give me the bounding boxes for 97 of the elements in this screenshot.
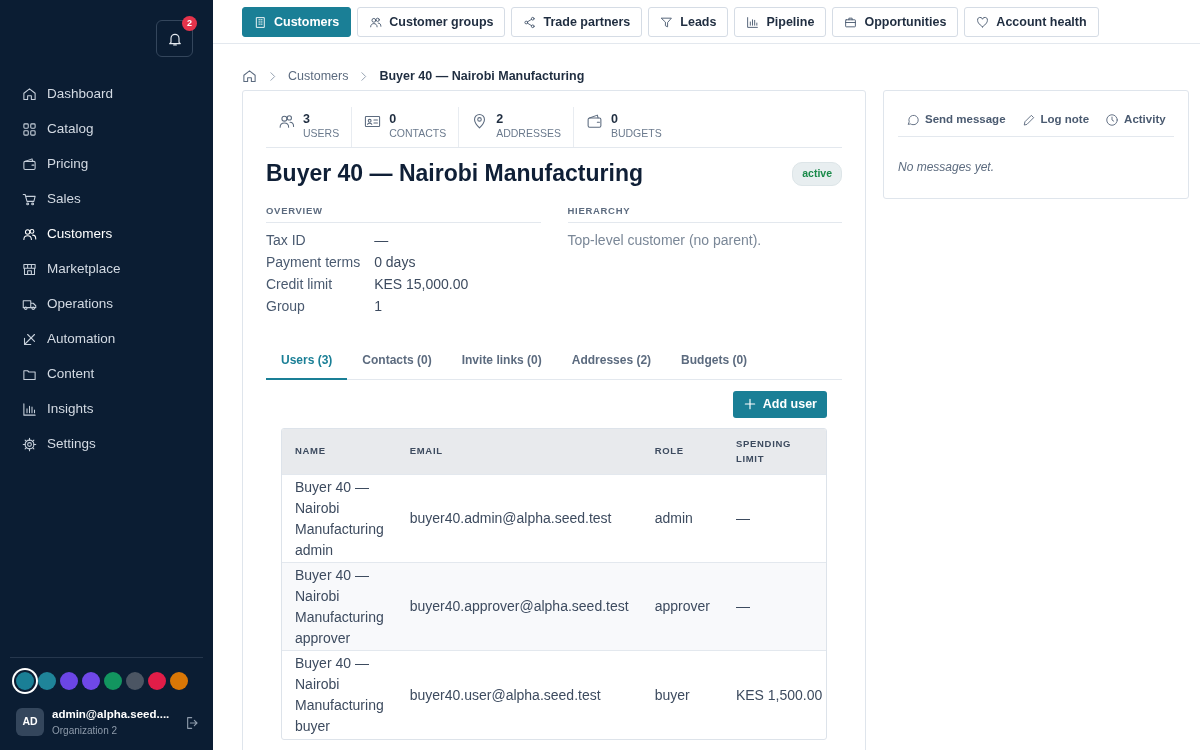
grid-icon xyxy=(22,122,37,137)
field-label: Credit limit xyxy=(266,274,334,294)
nav-tab[interactable]: Account health xyxy=(964,7,1099,37)
plus-icon xyxy=(742,397,757,412)
users-icon xyxy=(369,15,383,29)
section-heading: OVERVIEW xyxy=(266,203,541,223)
color-swatch[interactable] xyxy=(82,671,100,690)
action-button[interactable]: Activity xyxy=(1105,110,1166,129)
field-value: — xyxy=(374,230,390,250)
sidebar-item[interactable]: Operations xyxy=(0,287,213,322)
table-cell: KES 1,500.00 xyxy=(722,650,826,739)
sidebar-item[interactable]: Insights xyxy=(0,392,213,427)
field-value: KES 15,000.00 xyxy=(374,274,470,294)
home-link[interactable] xyxy=(242,69,257,84)
truck-icon xyxy=(22,297,37,312)
chat-icon xyxy=(906,112,920,127)
table-cell: approver xyxy=(641,562,723,651)
sidebar-item[interactable]: Sales xyxy=(0,182,213,217)
table-cell: buyer40.approver@alpha.seed.test xyxy=(396,562,642,651)
column-header: SPENDING LIMIT xyxy=(722,428,826,475)
tab[interactable]: Budgets (0) xyxy=(666,342,763,380)
wallet-icon xyxy=(22,157,37,172)
briefcase-icon xyxy=(844,15,858,29)
organization-name: Organization 2 xyxy=(52,724,119,738)
nav-tab[interactable]: Trade partners xyxy=(511,7,643,37)
sidebar-item[interactable]: Dashboard xyxy=(0,77,213,112)
color-swatch[interactable] xyxy=(16,671,34,690)
action-button[interactable]: Send message xyxy=(906,110,1006,129)
building-icon xyxy=(254,15,267,29)
sidebar-item[interactable]: Content xyxy=(0,357,213,392)
cart-icon xyxy=(22,192,37,207)
notification-count: 2 xyxy=(182,16,197,31)
nav-tab[interactable]: Opportunities xyxy=(832,7,959,37)
color-swatch[interactable] xyxy=(126,671,144,690)
chart-icon xyxy=(22,402,37,417)
store-icon xyxy=(22,262,37,277)
status-badge: active xyxy=(792,161,842,186)
tab[interactable]: Addresses (2) xyxy=(556,342,667,380)
home-icon xyxy=(22,87,37,102)
breadcrumb-current: Buyer 40 — Nairobi Manufacturing xyxy=(379,68,585,86)
sidebar-item[interactable]: Settings xyxy=(0,427,213,462)
color-swatch[interactable] xyxy=(148,671,166,690)
breadcrumb-link[interactable]: Customers xyxy=(288,67,349,86)
column-header: ROLE xyxy=(641,428,723,475)
column-header: EMAIL xyxy=(396,428,642,475)
stat-item[interactable]: 3 USERS xyxy=(266,107,353,147)
hierarchy-text: Top-level customer (no parent). xyxy=(567,230,763,250)
stat-item[interactable]: 0 CONTACTS xyxy=(352,107,460,147)
table-cell: buyer40.user@alpha.seed.test xyxy=(396,650,642,739)
users-icon xyxy=(278,113,295,130)
stat-item[interactable]: 2 ADDRESSES xyxy=(459,107,574,147)
nav-tab[interactable]: Leads xyxy=(648,7,729,37)
color-swatch[interactable] xyxy=(60,671,78,690)
color-swatch[interactable] xyxy=(170,671,188,690)
field-value: 0 days xyxy=(374,252,417,272)
action-button[interactable]: Log note xyxy=(1021,110,1090,129)
home-icon xyxy=(242,69,257,84)
nav-tab[interactable]: Customer groups xyxy=(357,7,506,37)
nav-tab[interactable]: Pipeline xyxy=(734,7,827,37)
tab[interactable]: Contacts (0) xyxy=(347,342,447,380)
field-label: Group xyxy=(266,296,306,316)
column-header: NAME xyxy=(282,428,397,475)
color-swatch[interactable] xyxy=(38,671,56,690)
color-swatch[interactable] xyxy=(104,671,122,690)
tab[interactable]: Users (3) xyxy=(266,342,348,380)
field-value: 1 xyxy=(374,296,383,316)
table-cell: Buyer 40 — Nairobi Manufacturing buyer xyxy=(282,650,397,739)
user-email: admin@alpha.seed.... xyxy=(52,706,171,722)
wallet-icon xyxy=(585,113,603,130)
sidebar-item[interactable]: Customers xyxy=(0,217,213,252)
pencil-icon xyxy=(1021,112,1036,127)
sidebar-item[interactable]: Pricing xyxy=(0,147,213,182)
field-label: Payment terms xyxy=(266,252,361,272)
sidebar-item[interactable]: Automation xyxy=(0,322,213,357)
table-cell: buyer xyxy=(641,650,723,739)
users-icon xyxy=(22,227,37,242)
nav-tab[interactable]: Customers xyxy=(242,7,352,37)
folder-icon xyxy=(22,367,37,382)
clock-icon xyxy=(1105,112,1120,127)
funnel-icon xyxy=(660,15,674,29)
sidebar-item[interactable]: Marketplace xyxy=(0,252,213,287)
settings-icon xyxy=(22,437,37,452)
user-avatar: AD xyxy=(16,707,44,736)
customer-title: Buyer 40 — Nairobi Manufacturing xyxy=(266,160,643,188)
section-heading: HIERARCHY xyxy=(567,203,842,223)
heart-icon xyxy=(976,15,990,29)
add-user-button[interactable]: Add user xyxy=(732,390,827,418)
chart-icon xyxy=(746,15,760,29)
table-cell: Buyer 40 — Nairobi Manufacturing approver xyxy=(282,562,397,651)
table-cell: — xyxy=(722,562,826,651)
field-label: Tax ID xyxy=(266,230,307,250)
contact-card-icon xyxy=(364,113,382,130)
share-icon xyxy=(523,15,537,29)
empty-message: No messages yet. xyxy=(898,159,996,176)
sidebar-item[interactable]: Catalog xyxy=(0,112,213,147)
stat-item[interactable]: 0 BUDGETS xyxy=(573,107,674,147)
tab[interactable]: Invite links (0) xyxy=(446,342,557,380)
